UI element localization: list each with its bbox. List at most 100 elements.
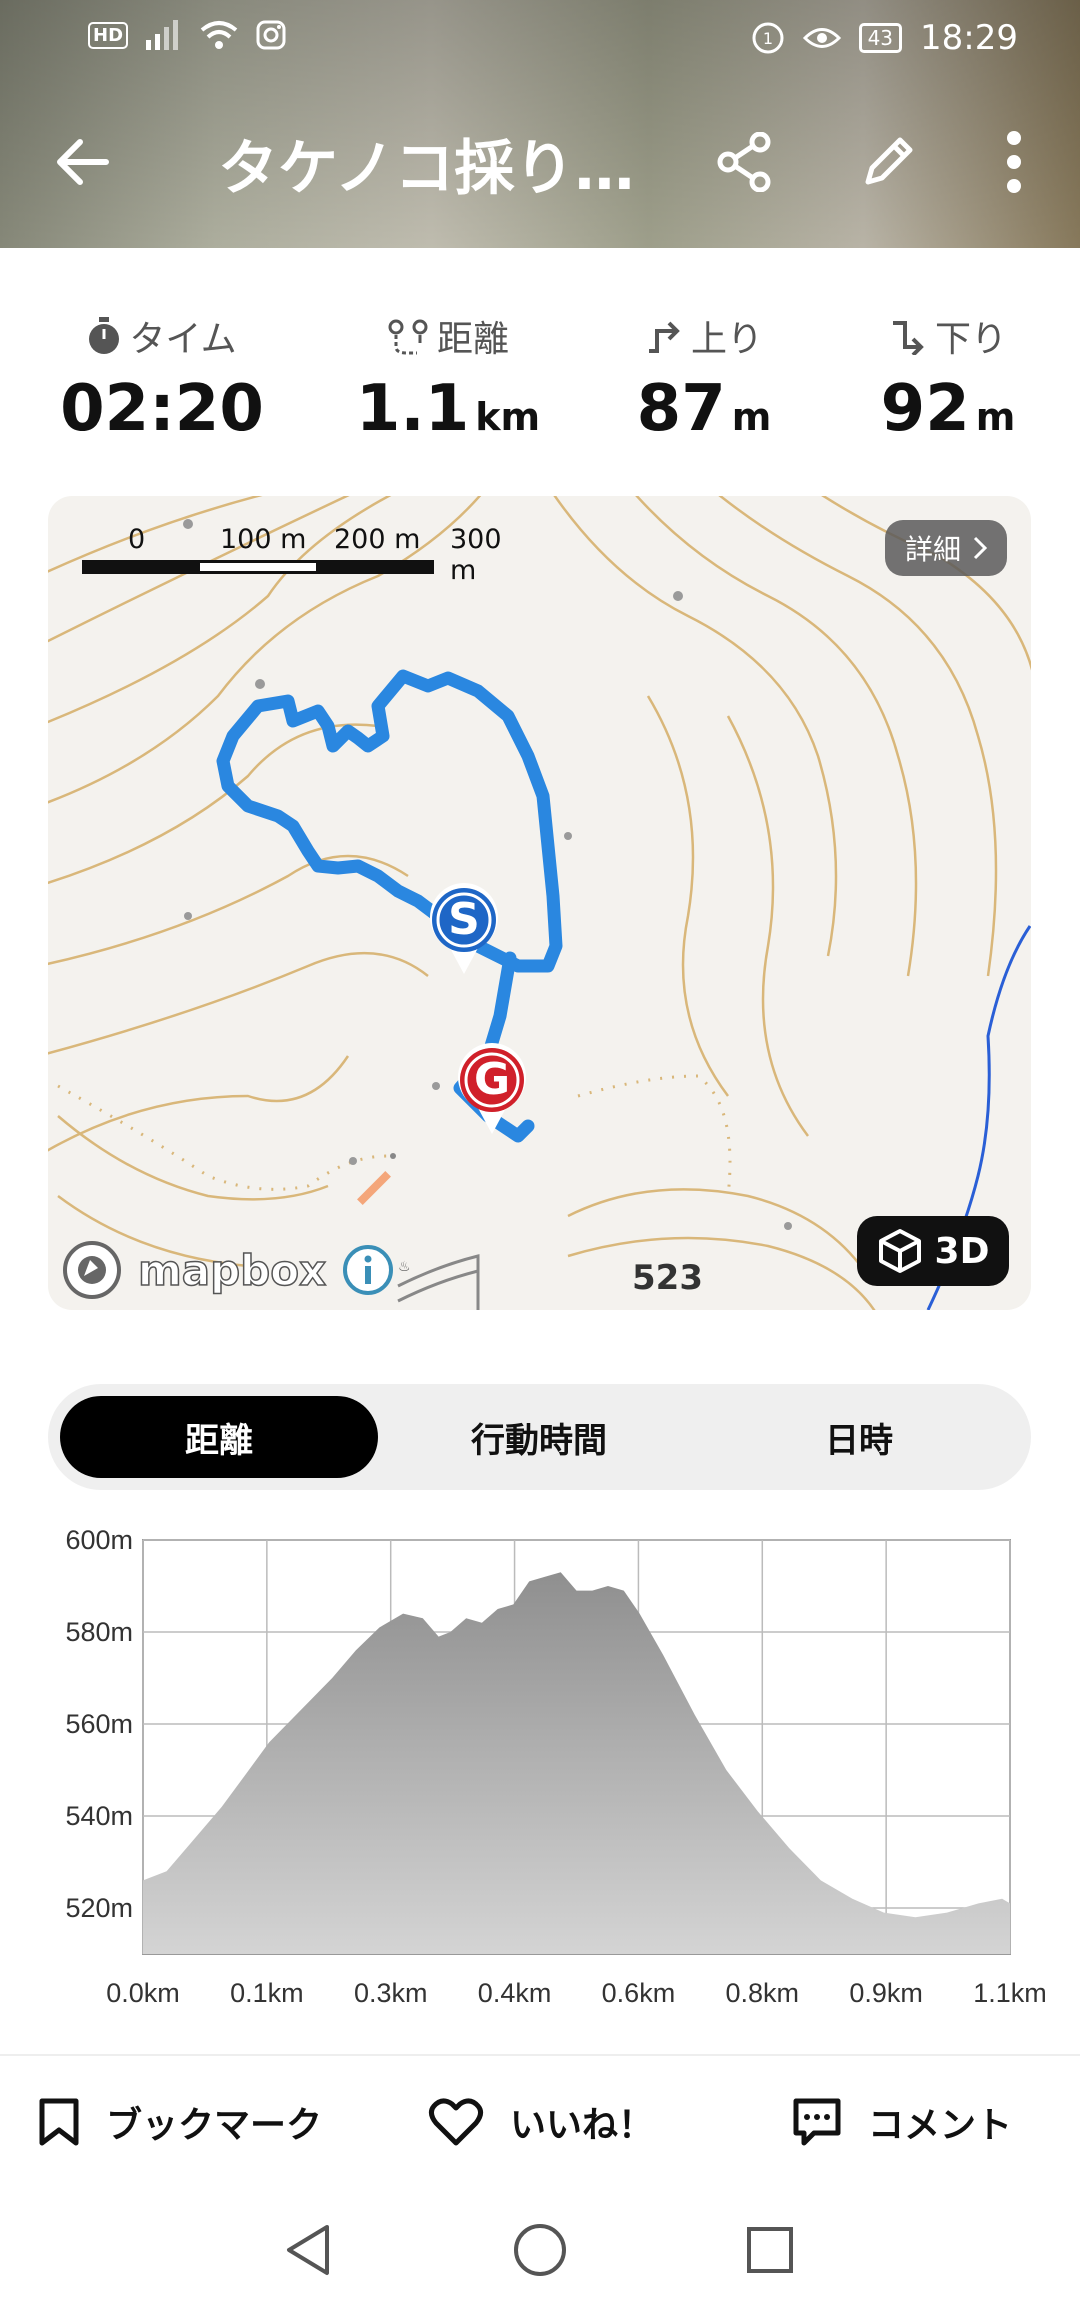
- stat-time-value: 02:20: [60, 372, 264, 446]
- circle-home-icon: [514, 2224, 566, 2276]
- start-marker-label: S: [448, 894, 480, 945]
- app-bar: タケノコ採り…: [0, 110, 1080, 220]
- battery-indicator: 43: [858, 23, 903, 53]
- edit-button[interactable]: [848, 122, 928, 202]
- pencil-icon: [865, 137, 913, 185]
- hd-badge: HD: [88, 21, 129, 49]
- bookmark-icon: [39, 2098, 79, 2146]
- y-tick-label: 520m: [65, 1893, 133, 1923]
- eye-icon: [802, 28, 841, 48]
- start-marker[interactable]: S: [424, 882, 504, 982]
- goal-marker-label: G: [473, 1054, 511, 1105]
- x-tick-label: 0.6km: [602, 1978, 676, 2008]
- svg-text:♨: ♨: [398, 1259, 411, 1275]
- bookmark-button[interactable]: ブックマーク: [38, 2096, 322, 2148]
- map-detail-label: 詳細: [904, 533, 961, 566]
- stopwatch-icon: [89, 317, 120, 354]
- stat-descent: 下り 92 m: [818, 310, 1078, 446]
- stat-descent-label: 下り: [934, 319, 1007, 360]
- cube-icon: [878, 1229, 921, 1273]
- tab-datetime[interactable]: 日時: [700, 1396, 1018, 1478]
- nav-home-button[interactable]: [510, 2220, 570, 2280]
- mapbox-label: mapbox: [137, 1245, 327, 1296]
- map-3d-button[interactable]: 3D: [857, 1216, 1009, 1286]
- route-pin-icon: [388, 319, 428, 355]
- chevron-right-icon: [973, 536, 987, 560]
- scale-label-0: 0: [128, 524, 146, 555]
- system-nav-bar: [0, 2190, 1080, 2312]
- page-title: タケノコ採り…: [218, 134, 635, 204]
- stat-distance-unit: km: [475, 395, 541, 439]
- scale-bar: [82, 560, 434, 574]
- stat-distance: 距離 1.1 km: [318, 310, 578, 446]
- ascent-arrow-icon: [648, 321, 680, 353]
- tab-distance[interactable]: 距離: [60, 1396, 378, 1478]
- topo-map-canvas: ♨: [48, 496, 1031, 1310]
- scale-label-200: 200 m: [334, 524, 421, 555]
- activity-stats: タイム 02:20 距離 1.1 km 上り 87 m 下り 92 m: [0, 310, 1080, 460]
- y-tick-label: 560m: [65, 1709, 133, 1739]
- back-button[interactable]: [42, 122, 122, 202]
- stat-descent-unit: m: [975, 395, 1016, 439]
- x-tick-label: 0.3km: [354, 1978, 428, 2008]
- signal-icon: [146, 20, 179, 50]
- nav-back-button[interactable]: [278, 2220, 338, 2280]
- route-line: [216, 669, 563, 973]
- descent-arrow-icon: [892, 321, 924, 355]
- share-button[interactable]: [704, 122, 784, 202]
- like-label: いいね！: [510, 2105, 655, 2146]
- x-tick-label: 0.1km: [230, 1978, 304, 2008]
- mapbox-logo-icon: [63, 1241, 121, 1299]
- goal-marker[interactable]: G: [452, 1042, 532, 1142]
- x-tick-label: 0.0km: [106, 1978, 180, 2008]
- triangle-back-icon: [287, 2225, 329, 2275]
- bookmark-label: ブックマーク: [106, 2105, 323, 2146]
- scale-label-300: 300 m: [450, 524, 502, 586]
- scale-label-100: 100 m: [220, 524, 307, 555]
- map-scale: 0 100 m 200 m 300 m: [82, 524, 508, 586]
- info-icon[interactable]: [342, 1244, 394, 1296]
- chart-axis-toggle: 距離 行動時間 日時: [48, 1384, 1031, 1490]
- data-saver-icon: 1: [752, 22, 784, 54]
- stat-ascent: 上り 87 m: [574, 310, 834, 446]
- stat-ascent-value: 87: [636, 372, 726, 446]
- arrow-left-icon: [57, 139, 109, 185]
- stat-distance-label: 距離: [436, 319, 509, 360]
- square-recents-icon: [747, 2227, 793, 2273]
- elevation-chart-svg: 0.0km 0.1km 0.3km 0.4km 0.6km 0.8km 0.9km 1.1km…: [65, 1525, 1047, 2008]
- stat-descent-value: 92: [880, 372, 970, 446]
- stat-time-label: タイム: [129, 319, 237, 360]
- header: HD 1 43 18:29 タケノコ採り…: [0, 0, 1080, 248]
- stat-distance-value: 1.1: [355, 372, 470, 446]
- elevation-area: [143, 1572, 1010, 1954]
- stat-time: タイム 02:20: [32, 310, 292, 446]
- elevation-chart: 0.0km 0.1km 0.3km 0.4km 0.6km 0.8km 0.9km 1.1km…: [30, 1512, 1070, 2012]
- more-button[interactable]: [974, 122, 1054, 202]
- comment-label: コメント: [868, 2105, 1013, 2146]
- y-tick-label: 540m: [65, 1801, 133, 1831]
- comment-button[interactable]: コメント: [792, 2096, 1012, 2148]
- x-tick-label: 0.8km: [726, 1978, 800, 2008]
- svg-text:1: 1: [762, 29, 772, 48]
- comment-icon: [793, 2098, 841, 2146]
- route-map[interactable]: ♨ 0 100 m 200 m 300 m 詳細 S G 523 mapbox: [48, 496, 1031, 1310]
- stat-ascent-unit: m: [731, 395, 772, 439]
- tab-moving-time[interactable]: 行動時間: [380, 1396, 698, 1478]
- mapbox-attribution[interactable]: mapbox: [62, 1240, 394, 1300]
- wifi-icon: [200, 21, 238, 49]
- map-3d-label: 3D: [934, 1230, 990, 1272]
- stat-ascent-label: 上り: [690, 319, 763, 360]
- x-tick-label: 0.4km: [478, 1978, 552, 2008]
- map-detail-button[interactable]: 詳細: [884, 520, 1007, 576]
- clock: 18:29: [920, 18, 1018, 58]
- y-tick-label: 600m: [65, 1525, 133, 1555]
- nav-recents-button[interactable]: [740, 2220, 800, 2280]
- x-tick-label: 0.9km: [849, 1978, 923, 2008]
- status-bar: HD 1 43 18:29: [0, 0, 1080, 80]
- like-button[interactable]: いいね！: [428, 2096, 654, 2148]
- more-vertical-icon: [1007, 131, 1021, 193]
- x-tick-label: 1.1km: [973, 1978, 1047, 2008]
- bottom-action-bar: ブックマーク いいね！ コメント: [0, 2054, 1080, 2192]
- elevation-point-label: 523: [632, 1258, 703, 1298]
- heart-icon: [428, 2098, 484, 2146]
